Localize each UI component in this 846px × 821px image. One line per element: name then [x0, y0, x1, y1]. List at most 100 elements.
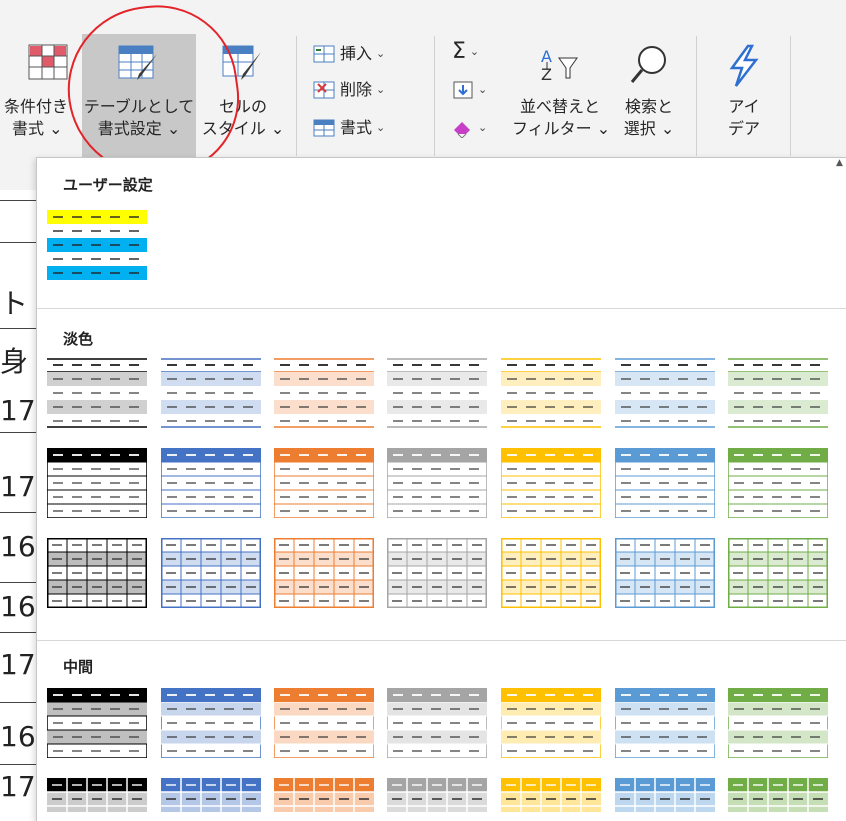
table-style-light-lightblue[interactable] — [614, 447, 716, 519]
table-style-light-black[interactable] — [47, 538, 147, 608]
table-style-preview — [500, 447, 602, 519]
table-style-light-green[interactable] — [727, 447, 829, 519]
table-style-preview — [47, 778, 147, 812]
insert-label: 挿入 — [340, 44, 373, 63]
table-style-preview — [728, 778, 828, 812]
table-style-light-gray[interactable] — [387, 358, 487, 428]
table-style-preview — [501, 538, 601, 608]
table-style-preview — [615, 538, 715, 608]
table-style-light-orange[interactable] — [273, 447, 375, 519]
table-style-medium-orange[interactable] — [273, 687, 375, 759]
chevron-down-icon: ⌄ — [469, 45, 480, 58]
table-style-medium-gold[interactable] — [500, 687, 602, 759]
fill-button[interactable]: ⌄ — [452, 76, 487, 104]
table-style-medium-blue[interactable] — [161, 778, 261, 812]
table-style-preview — [386, 687, 488, 759]
format-as-table-label-2: 書式設定 ⌄ — [97, 119, 181, 138]
table-style-medium-black[interactable] — [46, 687, 148, 759]
cell-styles-button[interactable]: セルの スタイル ⌄ — [198, 34, 288, 160]
table-style-preview — [387, 538, 487, 608]
cell-text: 17 — [0, 648, 36, 681]
table-style-medium-blue[interactable] — [160, 687, 262, 759]
chevron-down-icon: ⌄ — [376, 121, 386, 134]
table-style-light-orange[interactable] — [274, 538, 374, 608]
table-style-medium-black[interactable] — [47, 778, 147, 812]
table-style-preview — [387, 778, 487, 812]
ribbon-separator — [434, 36, 435, 156]
eraser-icon — [454, 122, 470, 138]
table-style-preview — [274, 358, 374, 428]
table-style-preview — [500, 687, 602, 759]
table-style-preview — [728, 358, 828, 428]
cell-text: 17 — [0, 770, 36, 803]
table-style-light-blue[interactable] — [160, 447, 262, 519]
section-divider — [37, 308, 846, 309]
conditional-format-label: 条件付き — [4, 97, 69, 116]
table-style-light-gray[interactable] — [386, 447, 488, 519]
table-style-light-blue[interactable] — [161, 538, 261, 608]
gallery-scroll-up[interactable]: ▲ — [836, 158, 846, 172]
table-style-light-gray[interactable] — [387, 538, 487, 608]
table-style-light-black[interactable] — [47, 358, 147, 428]
autosum-button[interactable]: Σ ⌄ — [452, 38, 479, 66]
table-style-light-blue[interactable] — [161, 358, 261, 428]
cell-text: 身 — [0, 345, 29, 378]
table-style-medium-orange[interactable] — [274, 778, 374, 812]
table-style-preview — [501, 778, 601, 812]
table-style-preview — [273, 447, 375, 519]
table-style-light-green[interactable] — [728, 358, 828, 428]
format-button[interactable]: 書式 ⌄ — [312, 114, 385, 142]
fill-down-icon — [453, 81, 473, 99]
clear-button[interactable]: ⌄ — [452, 114, 487, 142]
table-style-preview — [47, 358, 147, 428]
row-line — [0, 328, 40, 329]
insert-button[interactable]: 挿入 ⌄ — [312, 40, 385, 68]
format-as-table-button[interactable]: テーブルとして 書式設定 ⌄ — [82, 34, 196, 160]
table-style-preview — [161, 358, 261, 428]
table-style-medium-lightblue[interactable] — [615, 778, 715, 812]
row-line — [0, 242, 36, 243]
table-style-medium-lightblue[interactable] — [614, 687, 716, 759]
table-style-preview — [386, 447, 488, 519]
table-style-medium-gray[interactable] — [386, 687, 488, 759]
table-style-light-green[interactable] — [728, 538, 828, 608]
sort-filter-button[interactable]: A Z 並べ替えと フィルター ⌄ — [512, 34, 610, 160]
conditional-format-label-2: 書式 ⌄ — [12, 119, 63, 138]
table-style-preview — [160, 447, 262, 519]
ideas-label: アイ — [728, 97, 760, 116]
table-style-medium-gold[interactable] — [501, 778, 601, 812]
table-style-preview — [160, 687, 262, 759]
chevron-down-icon: ⌄ — [478, 121, 488, 134]
custom-table-style[interactable] — [47, 210, 147, 280]
chevron-down-icon: ⌄ — [376, 83, 386, 96]
cell-text: 16 — [0, 530, 36, 563]
conditional-format-icon — [28, 44, 72, 90]
sort-filter-icon: A Z — [537, 44, 583, 92]
magnifier-icon — [626, 44, 672, 92]
cell-text: 16 — [0, 720, 36, 753]
table-style-medium-green[interactable] — [728, 778, 828, 812]
table-style-preview — [387, 358, 487, 428]
table-style-light-lightblue[interactable] — [615, 538, 715, 608]
row-line — [0, 200, 36, 201]
insert-cells-icon — [313, 45, 335, 63]
ideas-label-2: デア — [727, 119, 760, 138]
table-style-light-orange[interactable] — [274, 358, 374, 428]
table-style-medium-green[interactable] — [727, 687, 829, 759]
delete-button[interactable]: 削除 ⌄ — [312, 76, 385, 104]
table-style-light-black[interactable] — [46, 447, 148, 519]
table-style-light-gold[interactable] — [500, 447, 602, 519]
cell-styles-label: セルの — [218, 97, 267, 116]
conditional-format-button[interactable]: 条件付き 書式 ⌄ — [0, 34, 80, 160]
table-style-light-gold[interactable] — [501, 538, 601, 608]
ideas-button[interactable]: アイ デア — [704, 34, 784, 160]
table-style-light-lightblue[interactable] — [615, 358, 715, 428]
table-style-light-gold[interactable] — [501, 358, 601, 428]
cell-text: 17 — [0, 394, 36, 427]
find-select-button[interactable]: 検索と 選択 ⌄ — [610, 34, 688, 160]
section-divider — [37, 640, 846, 641]
table-style-preview — [161, 538, 261, 608]
table-style-medium-gray[interactable] — [387, 778, 487, 812]
table-style-preview — [46, 687, 148, 759]
table-style-preview — [46, 447, 148, 519]
